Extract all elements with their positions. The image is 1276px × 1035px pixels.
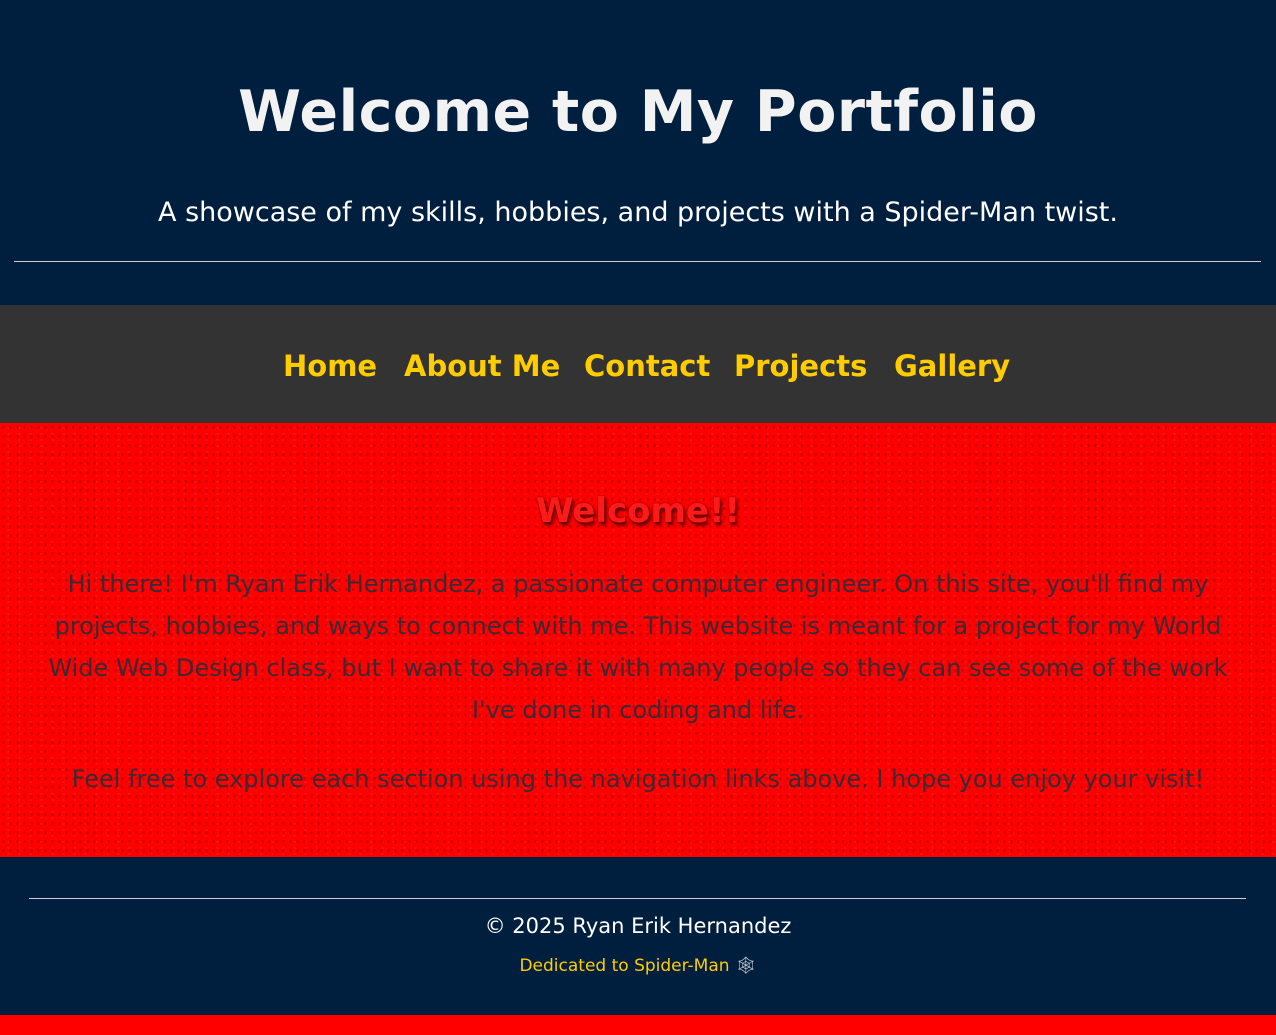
explore-paragraph: Feel free to explore each section using … (71, 765, 1205, 793)
nav-link-gallery[interactable]: Gallery (894, 344, 1010, 388)
dedication-text: Dedicated to Spider-Man (519, 956, 730, 976)
spider-web-icon: 🕸 (734, 956, 757, 976)
nav-link-about-me[interactable]: About Me (404, 344, 560, 388)
dedication-line: Dedicated to Spider-Man 🕸 (0, 953, 1276, 979)
welcome-heading: Welcome!! (535, 491, 741, 531)
copyright-text: © 2025 Ryan Erik Hernandez (484, 914, 792, 938)
site-header (0, 0, 1276, 305)
nav-link-home[interactable]: Home (283, 344, 377, 388)
intro-paragraph: Hi there! I'm Ryan Erik Hernandez, a pas… (48, 570, 1228, 724)
footer-divider (29, 898, 1246, 899)
nav-link-projects[interactable]: Projects (734, 344, 867, 388)
header-divider (14, 261, 1261, 262)
page-title: Welcome to My Portfolio (238, 79, 1038, 145)
nav-link-contact[interactable]: Contact (584, 344, 710, 388)
page-subtitle: A showcase of my skills, hobbies, and pr… (158, 197, 1118, 228)
